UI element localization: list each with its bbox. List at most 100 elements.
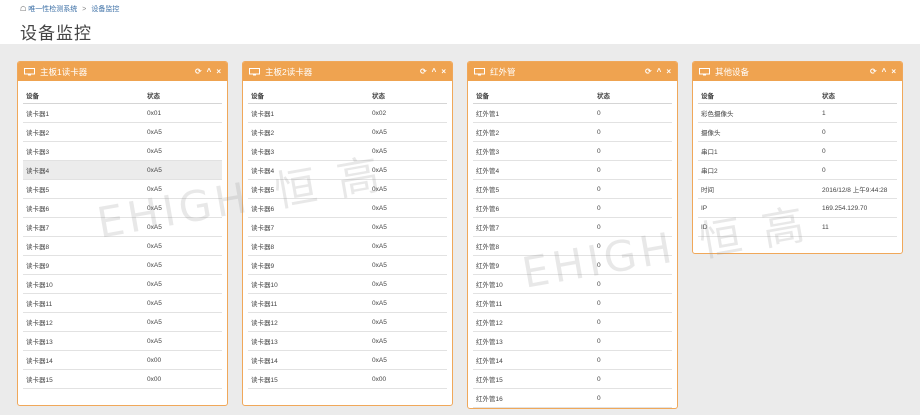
table-row[interactable]: 读卡器8 0xA5 [23,236,222,256]
table-row[interactable]: 红外管6 0 [473,198,672,218]
table-row[interactable]: 红外管9 0 [473,255,672,275]
table-row[interactable]: 读卡器10 0xA5 [23,274,222,294]
close-icon[interactable]: × [666,67,671,76]
panel-header: 其他设备 ⟳ ^ × [693,62,902,81]
close-icon[interactable]: × [891,67,896,76]
collapse-icon[interactable]: ^ [657,67,662,76]
device-name-cell: 读卡器3 [23,141,144,161]
collapse-icon[interactable]: ^ [882,67,887,76]
device-name-cell: 红外管14 [473,350,594,370]
device-status-cell: 0 [594,312,672,332]
device-name-cell: 红外管13 [473,331,594,351]
device-status-cell: 0xA5 [369,160,447,180]
panel-tools: ⟳ ^ × [195,67,221,76]
table-row[interactable]: 彩色摄像头 1 [698,103,897,123]
device-panel: 主板2读卡器 ⟳ ^ × 设备 状态 读卡器1 0x02 读卡器2 0xA5 读… [242,61,453,406]
table-row[interactable]: 红外管14 0 [473,350,672,370]
collapse-icon[interactable]: ^ [207,67,212,76]
table-row[interactable]: 读卡器3 0xA5 [23,141,222,161]
device-status-cell: 0xA5 [144,293,222,313]
device-status-cell: 0xA5 [369,179,447,199]
close-icon[interactable]: × [441,67,446,76]
table-row[interactable]: 红外管8 0 [473,236,672,256]
device-name-cell: 读卡器1 [23,103,144,123]
home-icon[interactable]: ☖ [20,5,26,13]
table-row[interactable]: 读卡器2 0xA5 [248,122,447,142]
panel-title: 红外管 [490,66,516,77]
refresh-icon[interactable]: ⟳ [420,67,427,76]
table-row[interactable]: 读卡器7 0xA5 [23,217,222,237]
device-name-cell: 红外管1 [473,103,594,123]
table-row[interactable]: 串口2 0 [698,160,897,180]
table-row[interactable]: 时间 2016/12/8 上午9:44:28 [698,179,897,199]
table-row[interactable]: 红外管15 0 [473,369,672,389]
table-row[interactable]: 读卡器4 0xA5 [248,160,447,180]
table-row[interactable]: 读卡器12 0xA5 [248,312,447,332]
table-row[interactable]: 红外管13 0 [473,331,672,351]
table-row[interactable]: 读卡器5 0xA5 [23,179,222,199]
table-row[interactable]: 读卡器9 0xA5 [248,255,447,275]
table-row[interactable]: ID 11 [698,217,897,237]
table-row[interactable]: 读卡器13 0xA5 [23,331,222,351]
device-name-cell: 红外管9 [473,255,594,275]
device-name-cell: 读卡器11 [248,293,369,313]
table-row[interactable]: 读卡器10 0xA5 [248,274,447,294]
table-row[interactable]: 红外管4 0 [473,160,672,180]
device-name-cell: 读卡器7 [23,217,144,237]
table-row[interactable]: 红外管5 0 [473,179,672,199]
table-row[interactable]: 读卡器5 0xA5 [248,179,447,199]
refresh-icon[interactable]: ⟳ [195,67,202,76]
refresh-icon[interactable]: ⟳ [645,67,652,76]
device-status-cell: 0xA5 [144,160,222,180]
device-name-cell: 读卡器14 [248,350,369,370]
device-status-cell: 0xA5 [144,179,222,199]
device-name-cell: 红外管8 [473,236,594,256]
table-row[interactable]: 读卡器4 0xA5 [23,160,222,180]
table-row[interactable]: 读卡器15 0x00 [248,369,447,389]
table-row[interactable]: 红外管2 0 [473,122,672,142]
table-row[interactable]: 红外管12 0 [473,312,672,332]
device-status-cell: 0 [594,274,672,294]
table-row[interactable]: 读卡器13 0xA5 [248,331,447,351]
collapse-icon[interactable]: ^ [432,67,437,76]
table-row[interactable]: 读卡器15 0x00 [23,369,222,389]
table-row[interactable]: 读卡器2 0xA5 [23,122,222,142]
device-table: 设备 状态 读卡器1 0x02 读卡器2 0xA5 读卡器3 0xA5 读卡器4… [248,87,447,389]
table-row[interactable]: 串口1 0 [698,141,897,161]
table-row[interactable]: 红外管1 0 [473,103,672,123]
close-icon[interactable]: × [216,67,221,76]
device-status-cell: 0x02 [369,103,447,123]
table-row[interactable]: 红外管11 0 [473,293,672,313]
table-row[interactable]: 读卡器6 0xA5 [248,198,447,218]
table-row[interactable]: 读卡器8 0xA5 [248,236,447,256]
table-row[interactable]: 读卡器11 0xA5 [23,293,222,313]
device-status-cell: 0xA5 [369,141,447,161]
table-row[interactable]: 红外管3 0 [473,141,672,161]
table-row[interactable]: 读卡器9 0xA5 [23,255,222,275]
column-header-status: 状态 [369,87,447,104]
device-status-cell: 0xA5 [369,236,447,256]
table-row[interactable]: 读卡器7 0xA5 [248,217,447,237]
breadcrumb-current-link[interactable]: 设备监控 [91,4,119,14]
device-status-cell: 0xA5 [369,217,447,237]
table-row[interactable]: 读卡器14 0x00 [23,350,222,370]
table-row[interactable]: 读卡器1 0x02 [248,103,447,123]
table-row[interactable]: 读卡器12 0xA5 [23,312,222,332]
refresh-icon[interactable]: ⟳ [870,67,877,76]
column-header-device: 设备 [248,87,369,104]
table-row[interactable]: 读卡器11 0xA5 [248,293,447,313]
table-row[interactable]: 红外管16 0 [473,388,672,408]
panel-header: 主板1读卡器 ⟳ ^ × [18,62,227,81]
table-row[interactable]: 摄像头 0 [698,122,897,142]
table-row[interactable]: 读卡器14 0xA5 [248,350,447,370]
table-row[interactable]: 读卡器3 0xA5 [248,141,447,161]
device-name-cell: 读卡器2 [23,122,144,142]
table-row[interactable]: 读卡器6 0xA5 [23,198,222,218]
table-row[interactable]: 红外管10 0 [473,274,672,294]
table-row[interactable]: IP 169.254.129.70 [698,198,897,218]
table-row[interactable]: 读卡器1 0x01 [23,103,222,123]
table-row[interactable]: 红外管7 0 [473,217,672,237]
device-name-cell: 读卡器10 [248,274,369,294]
breadcrumb-home-link[interactable]: 唯一性检测系统 [28,4,77,14]
device-status-cell: 0 [594,198,672,218]
